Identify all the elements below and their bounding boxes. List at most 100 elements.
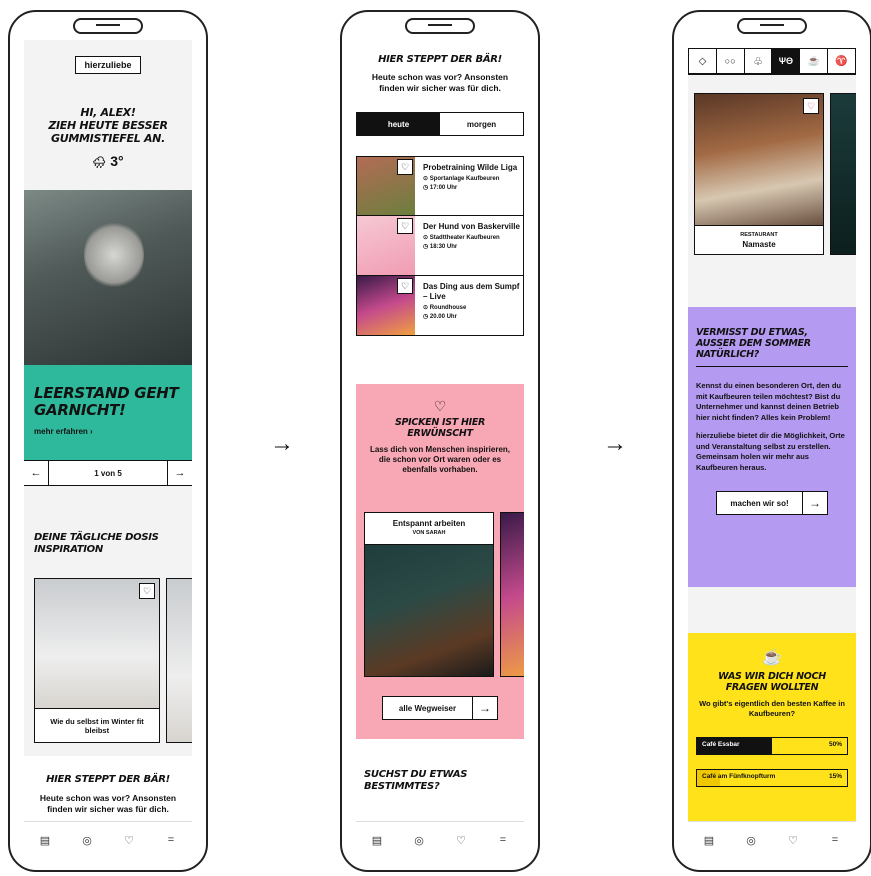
weather: 🌧 3° [24,153,192,169]
event-place: ⊙ Sportanlage Kaufbeuren [423,176,500,182]
all-guides-button[interactable]: alle Wegweiser → [382,696,498,720]
poll-percent: 50% [828,741,842,748]
pager-prev-button[interactable]: ← [24,461,49,485]
menu-icon[interactable]: = [163,834,179,846]
place-info: RESTAURANT Namaste [694,225,824,255]
greeting-text: HI, ALEX! ZIEH HEUTE BESSER GUMMISTIEFEL… [24,106,192,145]
phone-notch [73,18,143,34]
guide-card-image [364,545,494,677]
heart-icon[interactable]: ♡ [453,834,469,847]
question-section: ☕ WAS WIR DICH NOCH FRAGEN WOLLTEN Wo gi… [688,633,856,822]
card-image: ♡ [34,578,160,708]
arrow-icon: → [270,430,294,457]
tab-heute[interactable]: heute [357,113,440,135]
day-tabs: heute morgen [356,112,524,136]
card-caption: Wie du selbst im Winter fit bleibst [34,708,160,743]
heart-icon[interactable]: ♡ [397,159,413,175]
bottom-tabbar: ▤ ◎ ♡ = [688,821,856,858]
heart-icon[interactable]: ♡ [785,834,801,847]
wine-glass-icon[interactable]: ♈ [828,48,856,74]
tag-icon[interactable]: ◇ [688,48,717,74]
events-title: HIER STEPPT DER BÄR! [378,54,502,65]
guide-card-title: Entspannt arbeiten [392,519,466,528]
inspiration-card[interactable]: ♡ Wie du selbst im Winter fit bleibst [34,578,160,743]
menu-icon[interactable]: = [495,834,511,846]
phone-screen-1: hierzuliebe HI, ALEX! ZIEH HEUTE BESSER … [8,10,208,872]
heart-icon[interactable]: ♡ [803,98,819,114]
greeting-line: GUMMISTIEFEL AN. [51,132,165,145]
menu-icon[interactable]: = [827,834,843,846]
poll-option-label: Café Essbar [702,741,740,748]
hero-banner[interactable]: LEERSTAND GEHT GARNICHT! mehr erfahren › [24,365,192,460]
tab-morgen[interactable]: morgen [440,113,523,135]
bottom-tabbar: ▤ ◎ ♡ = [356,821,524,858]
create-place-button[interactable]: machen wir so! → [716,491,828,515]
pager: ← 1 von 5 → [24,460,192,486]
inspiration-card-next[interactable] [166,578,192,743]
spicken-text: Lass dich von Menschen inspirieren, die … [369,445,511,474]
tree-icon[interactable]: ♧ [744,48,773,74]
screen-content[interactable]: HIER STEPPT DER BÄR! Heute schon was vor… [356,40,524,822]
event-place: ⊙ Stadttheater Kaufbeuren [423,235,500,241]
heart-icon[interactable]: ♡ [121,834,137,847]
compass-icon[interactable]: ◎ [79,834,95,847]
coffee-icon[interactable]: ☕ [800,48,829,74]
poll-option[interactable]: Café Essbar 50% [696,737,848,755]
logo[interactable]: hierzuliebe [75,56,141,74]
inspiration-title: DEINE TÄGLICHE DOSIS INSPIRATION [34,532,159,555]
phone-screen-3: ◇ ○○ ♧ ΨΘ ☕ ♈ ♡ RESTAURANT Namaste VERMI… [672,10,871,872]
event-item[interactable]: ♡ Probetraining Wilde Liga ⊙ Sportanlage… [356,156,524,216]
arrow-right-icon: → [803,491,828,515]
heart-icon[interactable]: ♡ [397,218,413,234]
place-image: ♡ [694,93,824,225]
missing-text: hierzuliebe bietet dir die Möglichkeit, … [696,431,845,472]
glasses-icon[interactable]: ○○ [716,48,745,74]
event-info: Probetraining Wilde Liga ⊙ Sportanlage K… [415,157,523,215]
temperature: 3° [110,153,124,169]
category-bar: ◇ ○○ ♧ ΨΘ ☕ ♈ [688,48,856,75]
poll-percent: 15% [828,773,842,780]
app-header: hierzuliebe [24,40,192,90]
screen-content[interactable]: ◇ ○○ ♧ ΨΘ ☕ ♈ ♡ RESTAURANT Namaste VERMI… [688,40,856,822]
guide-card[interactable]: Entspannt arbeiten VON SARAH [364,512,494,677]
event-time: ◷ 20.00 Uhr [423,314,457,320]
question-text: Wo gibt's eigentlich den besten Kaffee i… [699,699,845,718]
arrow-right-icon: → [473,696,498,720]
missing-text: Kennst du einen besonderen Ort, den du m… [696,381,842,422]
event-title: Das Ding aus dem Sumpf – Live [423,282,520,301]
event-list: ♡ Probetraining Wilde Liga ⊙ Sportanlage… [356,156,524,336]
spicken-title: SPICKEN IST HIER ERWÜNSCHT [394,417,486,439]
place-card[interactable]: ♡ RESTAURANT Namaste [694,93,824,278]
footer-text: Heute schon was vor? Ansonsten finden wi… [39,793,177,814]
feed-icon[interactable]: ▤ [37,834,53,847]
compass-icon[interactable]: ◎ [743,834,759,847]
screen-content[interactable]: hierzuliebe HI, ALEX! ZIEH HEUTE BESSER … [24,40,192,822]
feed-icon[interactable]: ▤ [701,834,717,847]
event-item[interactable]: ♡ Das Ding aus dem Sumpf – Live ⊙ Roundh… [356,276,524,336]
cutlery-icon[interactable]: ΨΘ [772,48,801,74]
search-title: SUCHST DU ETWAS BESTIMMTES? [364,769,468,792]
events-header: HIER STEPPT DER BÄR! Heute schon was vor… [356,40,524,94]
pager-next-button[interactable]: → [167,461,192,485]
phone-screen-2: HIER STEPPT DER BÄR! Heute schon was vor… [340,10,540,872]
arrow-icon: → [603,430,627,457]
guide-card-next[interactable] [500,512,524,677]
phone-notch [737,18,807,34]
guide-card-author: VON SARAH [412,530,446,536]
place-card-next[interactable] [830,93,856,255]
portrait-shape [84,220,144,290]
hero-image [24,190,192,365]
section-divider [688,587,856,633]
event-item[interactable]: ♡ Der Hund von Baskerville ⊙ Stadttheate… [356,216,524,276]
poll-option-label: Café am Fünfknopfturm [702,773,776,780]
search-teaser: SUCHST DU ETWAS BESTIMMTES? [356,739,524,793]
hero-link[interactable]: mehr erfahren › [34,427,182,436]
event-time: ◷ 18:30 Uhr [423,244,458,250]
compass-icon[interactable]: ◎ [411,834,427,847]
heart-icon[interactable]: ♡ [139,583,155,599]
guide-card-header: Entspannt arbeiten VON SARAH [364,512,494,545]
event-title: Der Hund von Baskerville [423,222,520,231]
poll-option[interactable]: Café am Fünfknopfturm 15% [696,769,848,787]
feed-icon[interactable]: ▤ [369,834,385,847]
heart-icon[interactable]: ♡ [397,278,413,294]
